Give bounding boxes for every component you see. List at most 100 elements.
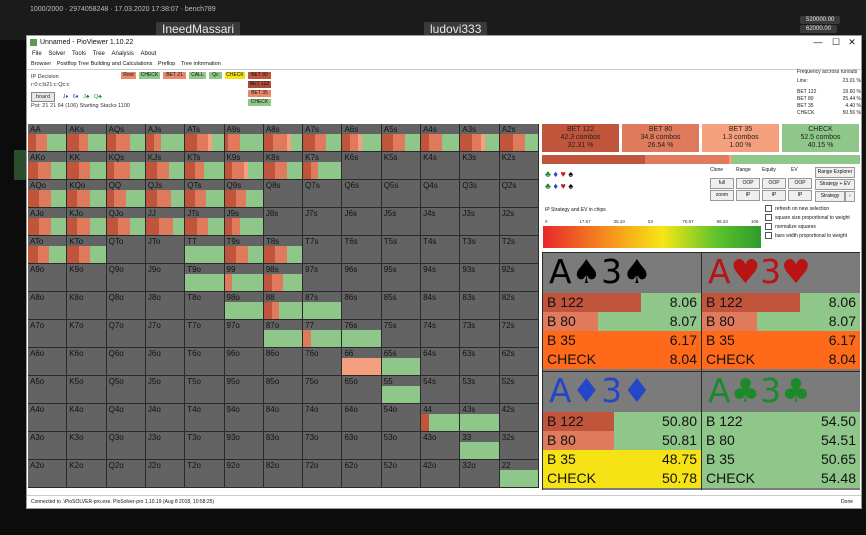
hand-cell[interactable]: 52o <box>381 460 422 488</box>
action-bet-35[interactable]: BET 35 1.3 combos 1.00 % <box>702 124 779 152</box>
hand-cell[interactable]: K5s <box>381 152 422 180</box>
hand-cell[interactable]: J4o <box>145 404 186 432</box>
hand-cell[interactable]: Q9o <box>106 264 146 292</box>
action-bet-80[interactable]: BET 80 34.8 combos 26.54 % <box>622 124 699 152</box>
hand-cell[interactable]: T6o <box>185 348 225 376</box>
zoom-button[interactable]: zoom <box>710 190 734 201</box>
hand-cell[interactable]: 84s <box>421 292 461 320</box>
hand-cell[interactable]: 54s <box>421 376 461 404</box>
tree-node-bet-80[interactable]: BET 80 <box>248 72 271 79</box>
menu-file[interactable]: File <box>32 51 42 57</box>
hand-cell[interactable]: A9s <box>224 124 264 152</box>
hand-cell[interactable]: A9o <box>28 264 68 292</box>
hand-cell[interactable]: K8s <box>263 152 304 180</box>
hand-cell[interactable]: J2o <box>145 460 186 488</box>
hand-cell[interactable]: A2s <box>499 124 539 152</box>
combo-panel[interactable]: A♠3♠ B 122 8.06 B 80 8.07 B 35 6.17 CHECK 8.04 <box>543 253 701 371</box>
hand-cell[interactable]: 86s <box>342 292 382 320</box>
hand-cell[interactable]: 76s <box>342 320 382 348</box>
hand-cell[interactable]: 82s <box>499 292 539 320</box>
hand-cell[interactable]: 42s <box>499 404 539 432</box>
hand-cell[interactable]: 74s <box>421 320 461 348</box>
hand-cell[interactable]: 95s <box>381 264 422 292</box>
tree-node-call[interactable]: CALL <box>189 72 206 79</box>
checkbox-icon[interactable] <box>765 205 772 213</box>
hand-cell[interactable]: 93o <box>224 432 264 460</box>
hand-cell[interactable]: KJo <box>67 208 107 236</box>
hand-cell[interactable]: K4o <box>67 404 107 432</box>
hand-cell[interactable]: KTs <box>185 152 225 180</box>
combo-panel[interactable]: A♦3♦ B 122 50.80 B 80 50.81 B 35 48.75 CHECK 50.… <box>543 372 701 490</box>
hand-cell[interactable]: ATs <box>185 124 225 152</box>
hand-cell[interactable]: AJo <box>28 208 68 236</box>
hand-cell[interactable]: 85s <box>381 292 422 320</box>
tree-node-root[interactable]: Root <box>121 72 136 79</box>
hand-cell[interactable]: K7o <box>67 320 107 348</box>
tab-postflop-tree[interactable]: Postflop Tree Building and Calculations <box>57 61 153 67</box>
full-button[interactable]: full <box>710 178 734 189</box>
hand-cell[interactable]: 74o <box>303 404 343 432</box>
hand-cell[interactable]: T7o <box>185 320 225 348</box>
hand-cell[interactable]: 53o <box>381 432 422 460</box>
hand-cell[interactable]: Q3o <box>106 432 146 460</box>
option-normalize[interactable]: normalize squares <box>765 223 850 232</box>
tree-node-check[interactable]: CHECK <box>225 72 245 79</box>
hand-cell[interactable]: Q2s <box>499 180 539 208</box>
hand-cell[interactable]: T5o <box>185 376 225 404</box>
hand-cell[interactable]: 77 <box>303 320 343 348</box>
menu-tree[interactable]: Tree <box>93 51 105 57</box>
hand-cell[interactable]: 64o <box>342 404 382 432</box>
hand-cell[interactable]: ATo <box>28 236 68 264</box>
hand-cell[interactable]: A4s <box>421 124 461 152</box>
hand-cell[interactable]: T9s <box>224 236 264 264</box>
diamond-icon[interactable]: ♦ <box>553 169 558 179</box>
hand-cell[interactable]: J5o <box>145 376 186 404</box>
hand-cell[interactable]: KJs <box>145 152 186 180</box>
hand-cell[interactable]: Q3s <box>460 180 500 208</box>
hand-cell[interactable]: A3o <box>28 432 68 460</box>
hand-cell[interactable]: AKs <box>67 124 107 152</box>
hand-cell[interactable]: Q7s <box>303 180 343 208</box>
hand-cell[interactable]: J8s <box>263 208 304 236</box>
hand-cell[interactable]: 65o <box>342 376 382 404</box>
hand-cell[interactable]: Q2o <box>106 460 146 488</box>
hand-cell[interactable]: 97o <box>224 320 264 348</box>
hand-cell[interactable]: A4o <box>28 404 68 432</box>
hand-cell[interactable]: J5s <box>381 208 422 236</box>
hand-cell[interactable]: AA <box>28 124 68 152</box>
option-refresh[interactable]: refresh on new selection <box>765 205 850 214</box>
hand-cell[interactable]: 95o <box>224 376 264 404</box>
action-bet-122[interactable]: BET 122 42.3 combos 32.31 % <box>542 124 619 152</box>
hand-cell[interactable]: 92s <box>499 264 539 292</box>
tree-node-check[interactable]: CHECK <box>248 99 271 106</box>
hand-cell[interactable]: J6s <box>342 208 382 236</box>
hand-cell[interactable]: 73o <box>303 432 343 460</box>
hand-cell[interactable]: T3o <box>185 432 225 460</box>
hand-cell[interactable]: 83s <box>460 292 500 320</box>
hand-cell[interactable]: Q9s <box>224 180 264 208</box>
hand-cell[interactable]: Q8s <box>263 180 304 208</box>
hand-cell[interactable]: 54o <box>381 404 422 432</box>
club-icon[interactable]: ♣ <box>545 181 551 191</box>
hand-cell[interactable]: A7s <box>303 124 343 152</box>
hand-cell[interactable]: 88 <box>263 292 304 320</box>
hand-cell[interactable]: K9s <box>224 152 264 180</box>
hand-cell[interactable]: A5s <box>381 124 422 152</box>
hand-cell[interactable]: 94o <box>224 404 264 432</box>
hand-cell[interactable]: 92o <box>224 460 264 488</box>
hand-cell[interactable]: 32s <box>499 432 539 460</box>
hand-cell[interactable]: 72s <box>499 320 539 348</box>
hand-cell[interactable]: A5o <box>28 376 68 404</box>
hand-cell[interactable]: J9s <box>224 208 264 236</box>
hand-cell[interactable]: K8o <box>67 292 107 320</box>
hand-cell[interactable]: JTo <box>145 236 186 264</box>
menu-analysis[interactable]: Analysis <box>112 51 134 57</box>
hand-cell[interactable]: Q5s <box>381 180 422 208</box>
checkbox-icon[interactable] <box>765 214 772 222</box>
hand-cell[interactable]: QQ <box>106 180 146 208</box>
hand-cell[interactable]: T9o <box>185 264 225 292</box>
hand-cell[interactable]: K6o <box>67 348 107 376</box>
hand-cell[interactable]: 43s <box>460 404 500 432</box>
hand-cell[interactable]: QTo <box>106 236 146 264</box>
hand-cell[interactable]: Q8o <box>106 292 146 320</box>
